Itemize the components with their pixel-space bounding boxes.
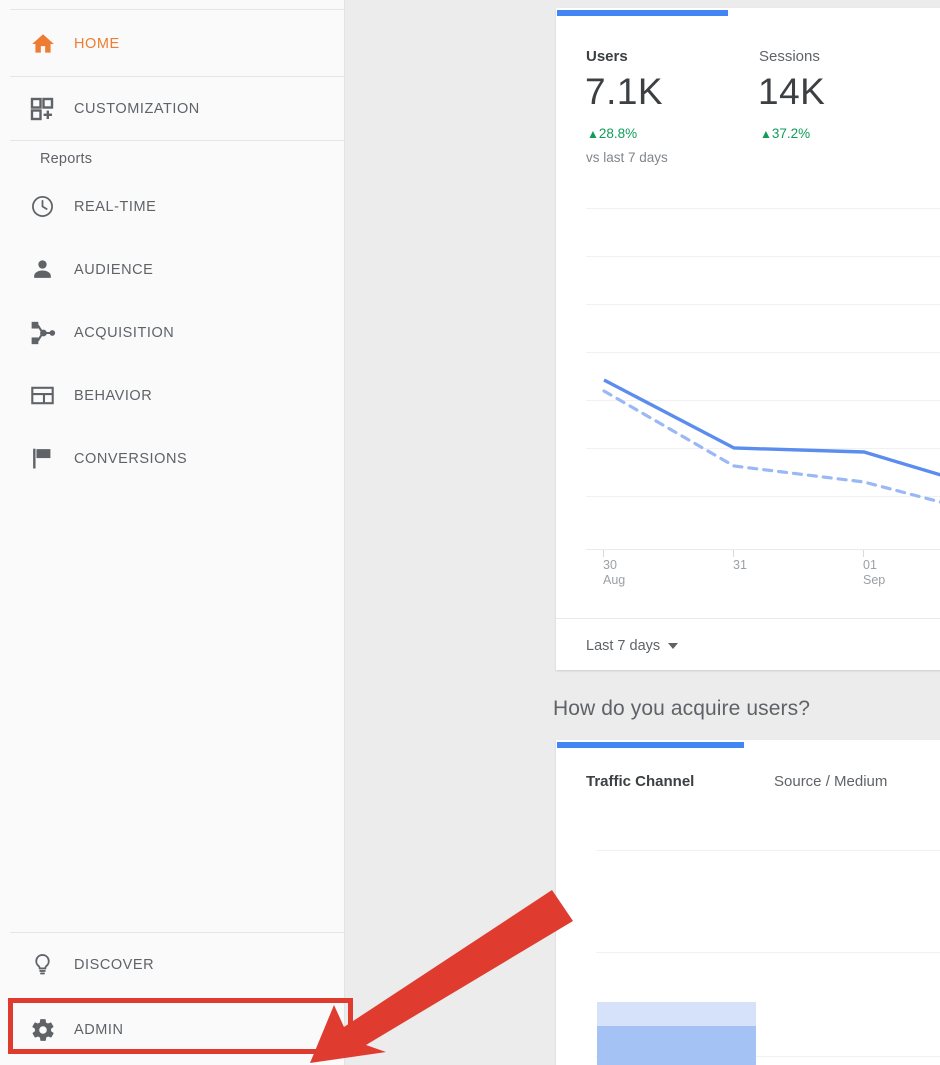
x-axis-label: 31 [733,558,747,573]
series-current-line [604,380,940,484]
x-axis-label-day: 30 [603,558,625,573]
date-range-picker[interactable]: Last 7 days [586,638,678,654]
date-range-label: Last 7 days [586,638,660,654]
users-line-chart: 30 Aug 31 01 Sep [586,194,940,566]
users-overview-card: Users 7.1K ▲28.8% vs last 7 days Session… [556,8,940,670]
sidebar-item-label: CUSTOMIZATION [74,101,200,117]
bar-segment-top [597,1002,756,1026]
flag-icon [30,446,74,471]
tab-traffic-channel[interactable]: Traffic Channel [586,773,694,790]
sidebar-item-label: HOME [74,36,120,52]
customization-icon [30,97,74,121]
gridline [596,952,940,953]
clock-icon [30,194,74,219]
x-axis-label: 30 Aug [603,558,625,588]
metric-label-users: Users [586,48,628,65]
x-axis-tick [863,550,864,557]
x-axis-label-day: 31 [733,558,747,573]
sidebar-item-customization[interactable]: CUSTOMIZATION [0,77,345,140]
sidebar-item-admin[interactable]: ADMIN [0,998,345,1061]
metric-label-sessions: Sessions [759,48,820,65]
share-nodes-icon [30,320,74,346]
arrow-up-icon: ▲ [587,127,599,141]
card-accent-underline [557,10,728,16]
sidebar-divider-top [10,9,344,10]
sidebar-item-conversions[interactable]: CONVERSIONS [0,427,345,490]
x-axis-tick [733,550,734,557]
sidebar-item-acquisition[interactable]: ACQUISITION [0,301,345,364]
metric-delta-users: ▲28.8% [587,126,637,141]
gear-icon [30,1017,74,1043]
acquisition-bar-chart [586,850,940,1065]
sidebar-item-discover[interactable]: DISCOVER [0,933,345,996]
sidebar-item-label: REAL-TIME [74,199,156,215]
gridline [596,850,940,851]
sidebar-item-label: ACQUISITION [74,325,174,341]
acquisition-heading: How do you acquire users? [553,697,810,721]
sidebar-item-home[interactable]: HOME [0,12,345,75]
metric-comparison-label: vs last 7 days [586,150,668,165]
sidebar-section-label: Reports [40,151,92,167]
card-accent-underline [557,742,744,748]
layout-icon [30,383,74,408]
acquisition-card: Traffic Channel Source / Medium [556,740,940,1065]
sidebar-item-real-time[interactable]: REAL-TIME [0,175,345,238]
x-axis-label-month: Sep [863,573,885,588]
sidebar: HOME CUSTOMIZATION Reports [0,0,345,1065]
sidebar-item-label: CONVERSIONS [74,451,187,467]
content-pane: Users 7.1K ▲28.8% vs last 7 days Session… [346,0,940,1065]
sidebar-item-label: AUDIENCE [74,262,153,278]
metric-delta-value: 37.2% [772,126,810,141]
x-axis-label-day: 01 [863,558,885,573]
x-axis-line [586,549,940,550]
x-axis-label-month: Aug [603,573,625,588]
metric-value-users: 7.1K [585,71,663,113]
metric-value-sessions: 14K [758,71,825,113]
bar-segment-bottom [597,1026,756,1065]
home-icon [30,31,74,57]
tab-source-medium[interactable]: Source / Medium [774,773,887,790]
card-divider [556,618,940,619]
metric-delta-sessions: ▲37.2% [760,126,810,141]
sidebar-item-label: BEHAVIOR [74,388,152,404]
screenshot-root: HOME CUSTOMIZATION Reports [0,0,940,1065]
x-axis-label: 01 Sep [863,558,885,588]
chevron-down-icon [668,643,678,649]
sidebar-item-label: DISCOVER [74,957,154,973]
metric-delta-value: 28.8% [599,126,637,141]
arrow-up-icon: ▲ [760,127,772,141]
sidebar-item-label: ADMIN [74,1022,123,1038]
sidebar-item-audience[interactable]: AUDIENCE [0,238,345,301]
x-axis-tick [603,550,604,557]
lightbulb-icon [30,952,74,977]
sidebar-divider-customization [10,140,344,141]
person-icon [30,257,74,282]
sidebar-item-behavior[interactable]: BEHAVIOR [0,364,345,427]
line-chart-plot [586,194,940,550]
